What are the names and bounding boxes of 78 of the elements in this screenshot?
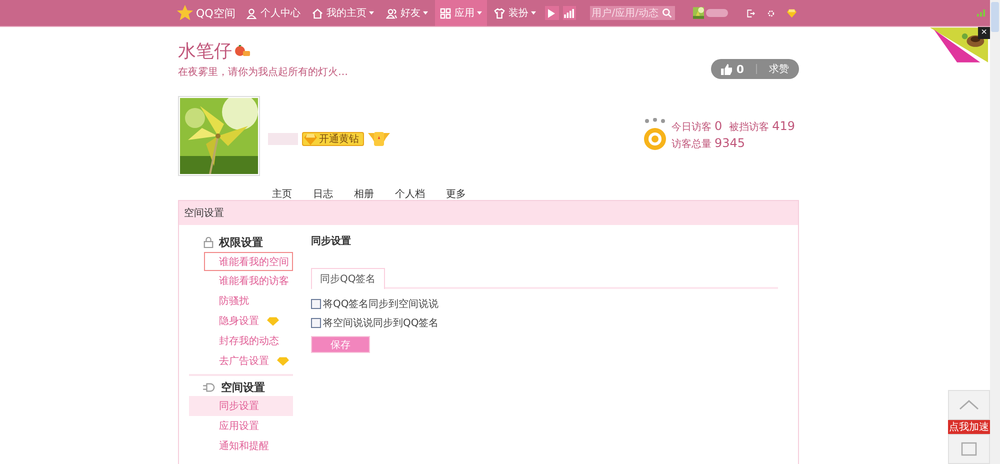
logo[interactable]: QQ空间 [176,4,236,22]
menu-item[interactable]: 隐身设置 [189,311,293,331]
nav-tab[interactable]: 日志 [313,186,333,200]
equalizer-button[interactable] [562,6,576,20]
menu-group-title: 空间设置 [221,380,265,395]
settings-icon[interactable] [767,8,776,18]
checkbox[interactable] [311,298,321,308]
like-count: 0 [736,62,744,76]
play-button[interactable] [545,6,559,20]
menu-item[interactable]: 通知和提醒 [189,436,293,456]
caret-icon [477,11,482,15]
square-icon [961,442,977,456]
nav-tab[interactable]: 更多 [446,186,466,200]
section-title: 同步设置 [311,234,352,249]
caret-icon [531,11,536,15]
visitor-label: 被挡访客 [729,120,770,134]
nav-item[interactable]: 装扮 [489,0,542,26]
feedback-button[interactable] [948,434,990,464]
name-blur [706,9,728,17]
scrollbar[interactable] [990,0,1000,464]
menu-item[interactable]: 应用设置 [189,416,293,436]
play-icon [548,8,556,18]
grid-icon [440,8,452,18]
tab[interactable]: 同步QQ签名 [311,268,385,289]
signal-icon [977,9,985,17]
fruit-icon [234,45,250,57]
visitor-count: 0 [714,119,722,133]
diamond-icon[interactable] [787,8,797,18]
menu-item[interactable]: 封存我的动态 [189,331,293,351]
visitor-count: 9345 [714,136,745,150]
badge-icon [368,132,390,146]
nav-item[interactable]: 我的主页 [307,0,380,26]
thumbs-up-icon [721,64,732,74]
visitor-count: 419 [772,119,795,133]
star-icon [176,4,194,22]
nav-item[interactable]: 应用 [435,0,488,26]
caret-icon [369,11,374,15]
nav-tab[interactable]: 个人档 [395,186,425,200]
chevron-up-icon [959,400,979,410]
logout-icon[interactable] [747,8,756,18]
diamond-icon [304,134,317,144]
visitor-label: 访客总量 [671,138,712,151]
nav-item[interactable]: 个人中心 [241,0,306,26]
menu-item[interactable]: 去广告设置 [189,351,293,371]
eye-icon [642,118,668,152]
plug-icon [203,382,216,393]
nav-tab[interactable]: 主页 [272,186,292,200]
nav-tab[interactable]: 相册 [354,186,374,200]
speed-badge[interactable]: 点我加速 [948,420,990,434]
like-label: 求赞 [769,62,789,76]
bars-icon [564,8,575,18]
save-button[interactable]: 保存 [311,336,370,353]
logo-text: QQ空间 [196,6,236,20]
lock-icon [203,237,214,248]
menu-item[interactable]: 同步设置 [189,396,293,416]
vip-button[interactable]: 开通黄钻 [302,132,364,146]
space-name: 水笔仔 [178,40,232,63]
menu-item[interactable]: 谁能看我的访客 [189,271,293,291]
checkbox-label: 将QQ签名同步到空间说说 [323,298,439,310]
menu-item[interactable]: 防骚扰 [189,291,293,311]
close-button[interactable]: × [978,27,990,39]
checkbox[interactable] [311,318,321,328]
menu-item[interactable]: 谁能看我的空间 [204,252,293,271]
name-blur [268,133,298,145]
home-icon [312,8,324,18]
like-button[interactable]: 0 求赞 [711,59,799,79]
motto-text: 在夜雾里，请你为我点起所有的灯火… [178,66,348,79]
menu-group-title: 权限设置 [219,235,263,250]
search-icon [662,8,672,18]
nav-item[interactable]: 好友 [381,0,434,26]
caret-icon [423,11,428,15]
checkbox-label: 将空间说说同步到QQ签名 [323,316,439,330]
visitor-label: 今日访客 [671,120,712,134]
people-icon [386,8,398,18]
scroll-top-button[interactable] [948,390,990,420]
person-icon [246,8,258,18]
shirt-icon [494,8,506,18]
panel-title: 空间设置 [184,206,224,220]
